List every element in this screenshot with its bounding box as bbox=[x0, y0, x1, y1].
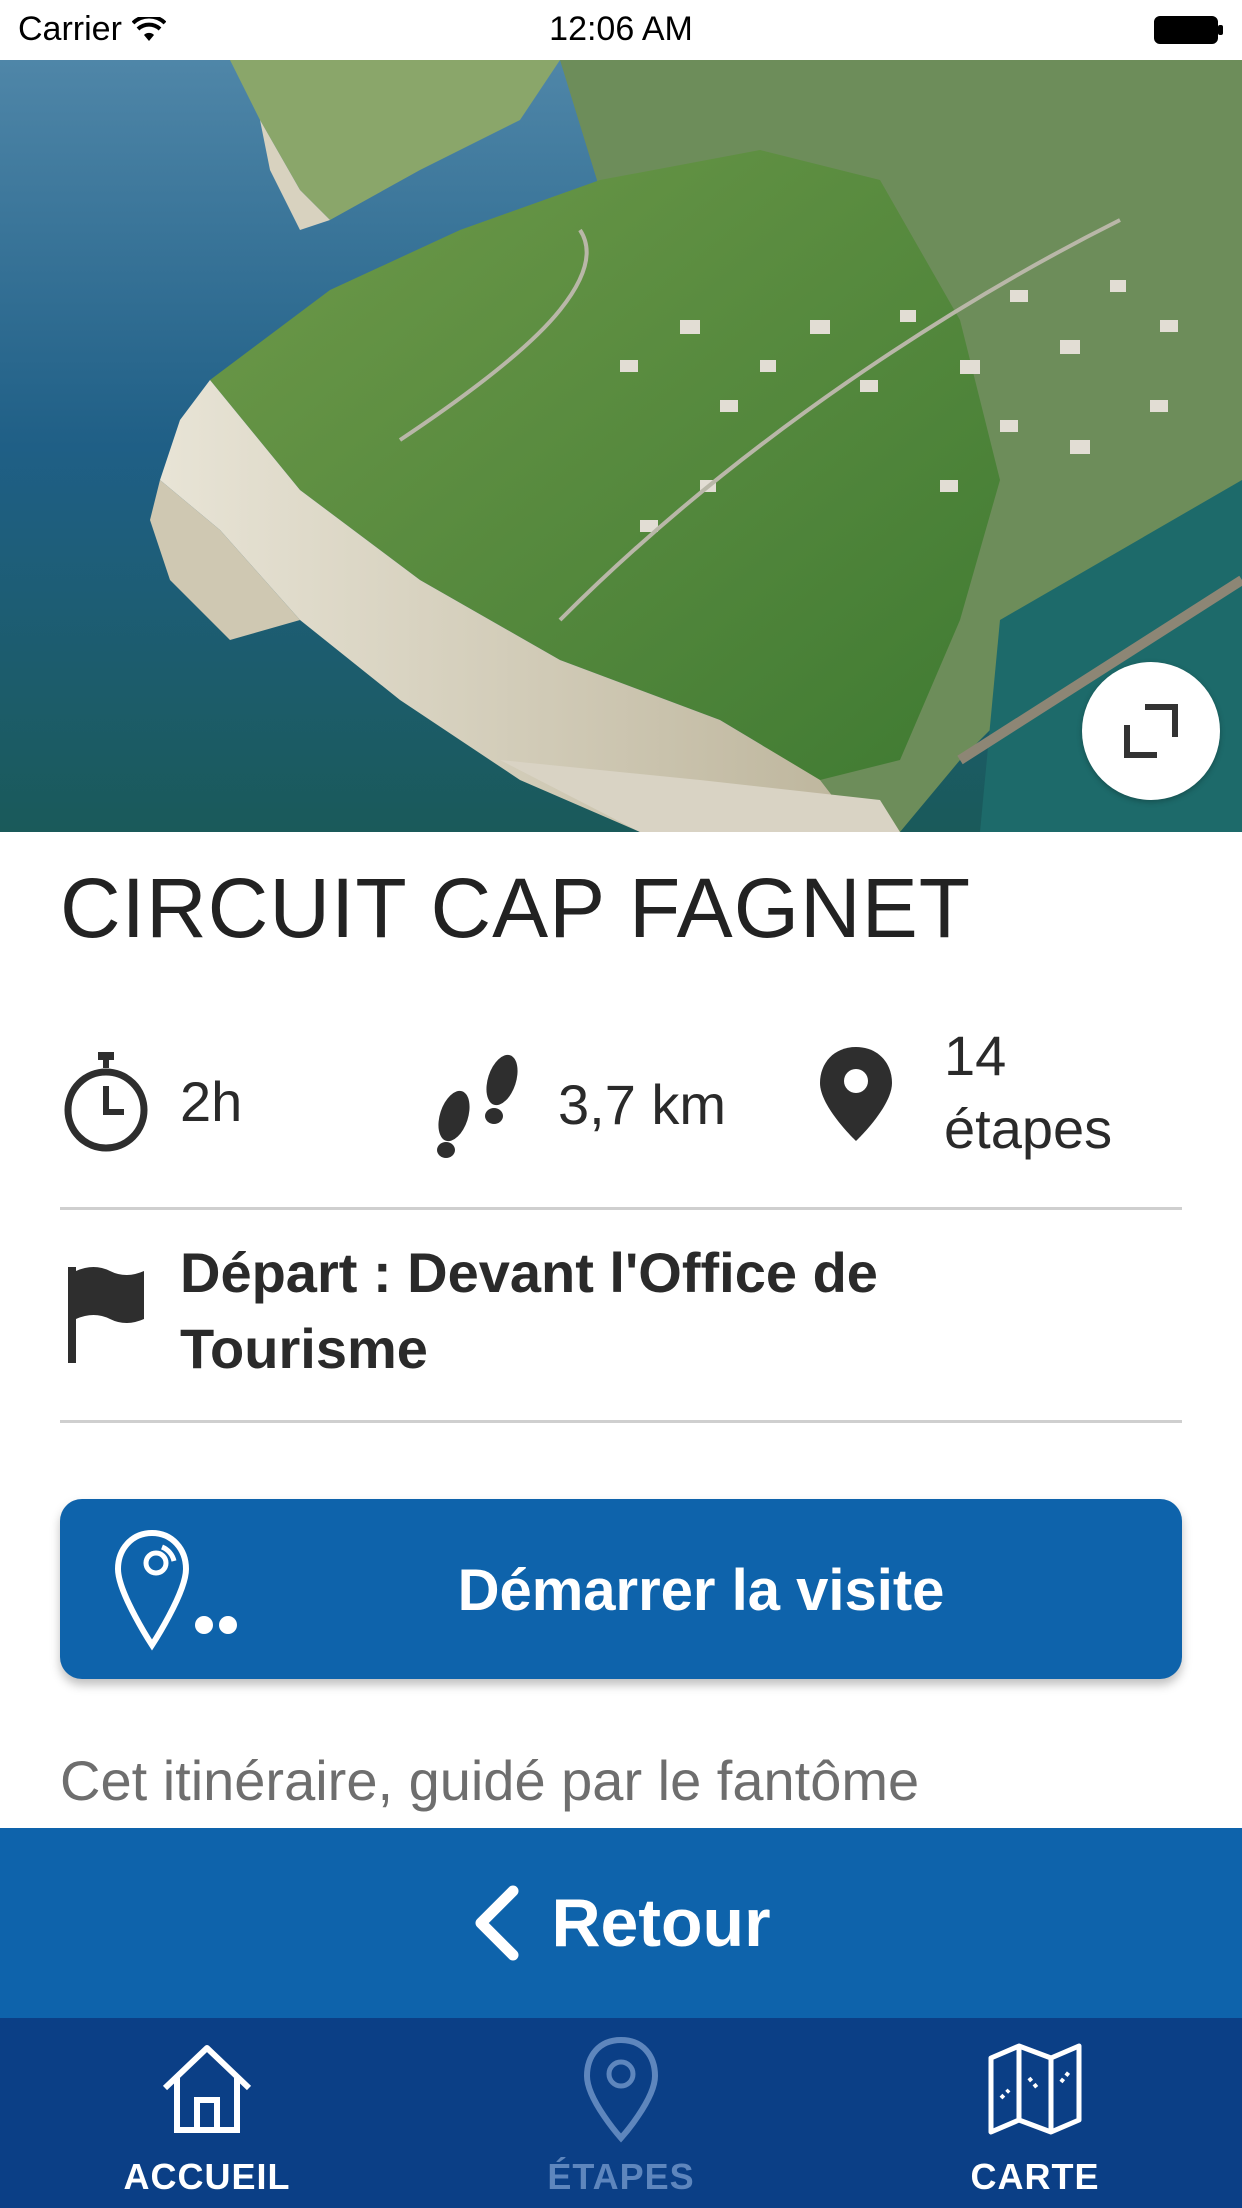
tab-accueil[interactable]: ACCUEIL bbox=[0, 2018, 414, 2208]
tab-etapes[interactable]: ÉTAPES bbox=[414, 2018, 828, 2208]
circuit-stats: 2h 3,7 km 14 étapes bbox=[60, 1020, 1182, 1200]
tab-carte-label: CARTE bbox=[970, 2156, 1100, 2197]
distance-value: 3,7 km bbox=[558, 1072, 727, 1136]
footsteps-icon bbox=[437, 1054, 518, 1158]
tab-carte[interactable]: CARTE bbox=[828, 2018, 1242, 2208]
duration-stat: 2h bbox=[60, 1050, 242, 1154]
location-pin-icon bbox=[583, 2036, 659, 2143]
stopwatch-icon bbox=[64, 1052, 148, 1152]
status-bar: Carrier 12:06 AM bbox=[0, 0, 1242, 60]
start-visit-button[interactable]: Démarrer la visite bbox=[60, 1499, 1182, 1679]
flag-icon bbox=[68, 1267, 144, 1363]
divider bbox=[60, 1420, 1182, 1423]
back-button[interactable]: Retour bbox=[0, 1828, 1242, 2018]
cliff-landscape-illustration bbox=[0, 60, 1242, 832]
tab-accueil-label: ACCUEIL bbox=[123, 2156, 291, 2197]
start-visit-label: Démarrer la visite bbox=[457, 1558, 945, 1623]
steps-count: 14 bbox=[944, 1024, 1007, 1087]
divider bbox=[60, 1207, 1182, 1210]
departure-text: Départ : Devant l'Office de Tourisme bbox=[180, 1235, 1080, 1387]
tab-bar: ACCUEIL ÉTAPES CARTE bbox=[0, 2018, 1242, 2208]
departure-line-2: Tourisme bbox=[180, 1317, 428, 1380]
expand-icon bbox=[1124, 704, 1178, 758]
back-label: Retour bbox=[551, 1885, 771, 1961]
home-icon bbox=[162, 2045, 252, 2133]
departure-info: Départ : Devant l'Office de Tourisme bbox=[60, 1235, 1182, 1385]
distance-stat: 3,7 km bbox=[432, 1050, 726, 1160]
intro-text: Cet itinéraire, guidé par le fantôme bbox=[60, 1749, 920, 1812]
tab-etapes-label: ÉTAPES bbox=[547, 2156, 695, 2197]
departure-line-1: Départ : Devant l'Office de bbox=[180, 1241, 878, 1304]
steps-label: étapes bbox=[944, 1096, 1113, 1160]
page-title: CIRCUIT CAP FAGNET bbox=[60, 861, 972, 955]
location-pin-icon bbox=[820, 1046, 892, 1141]
duration-value: 2h bbox=[180, 1069, 243, 1133]
chevron-left-icon bbox=[475, 1885, 519, 1961]
map-icon bbox=[988, 2043, 1082, 2135]
battery-icon bbox=[1154, 16, 1223, 44]
hero-image bbox=[0, 60, 1242, 832]
expand-image-button[interactable] bbox=[1082, 662, 1220, 800]
status-time: 12:06 AM bbox=[549, 10, 693, 48]
steps-stat: 14 étapes bbox=[816, 1020, 1112, 1166]
